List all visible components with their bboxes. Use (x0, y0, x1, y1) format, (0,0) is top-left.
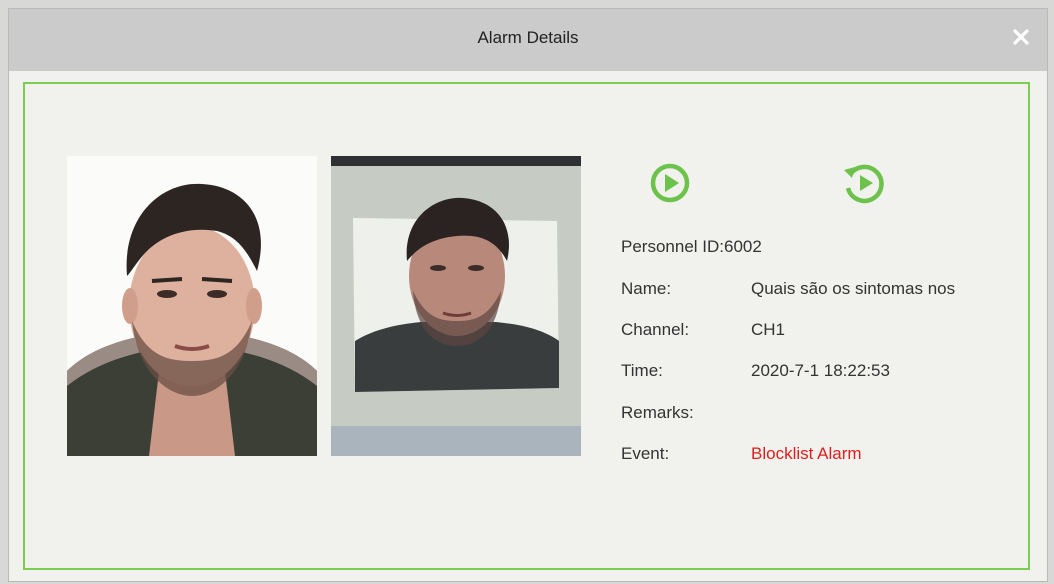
dialog-titlebar: Alarm Details (9, 9, 1047, 71)
channel-value: CH1 (751, 320, 786, 339)
channel-label: Channel: (621, 320, 690, 339)
time-label: Time: (621, 361, 663, 380)
replay-icon[interactable] (841, 160, 887, 206)
remarks-label: Remarks: (621, 403, 694, 422)
name-value: Quais são os sintomas nos (751, 279, 956, 298)
close-icon[interactable] (1009, 25, 1033, 49)
details-panel: Personnel ID:6002 Name: Quais são os sin… (23, 82, 1030, 570)
alarm-details-dialog: Alarm Details Personnel ID:6002 Name: Qu… (8, 8, 1048, 582)
event-value: Blocklist Alarm (751, 444, 862, 463)
personnel-id-label: Personnel ID:6002 (621, 237, 762, 256)
dialog-title: Alarm Details (477, 28, 579, 47)
event-label: Event: (621, 444, 670, 463)
time-value: 2020-7-1 18:22:53 (751, 361, 890, 380)
name-label: Name: (621, 279, 672, 298)
registered-face-photo (67, 156, 317, 456)
play-icon[interactable] (647, 160, 693, 206)
captured-face-photo (331, 156, 581, 456)
